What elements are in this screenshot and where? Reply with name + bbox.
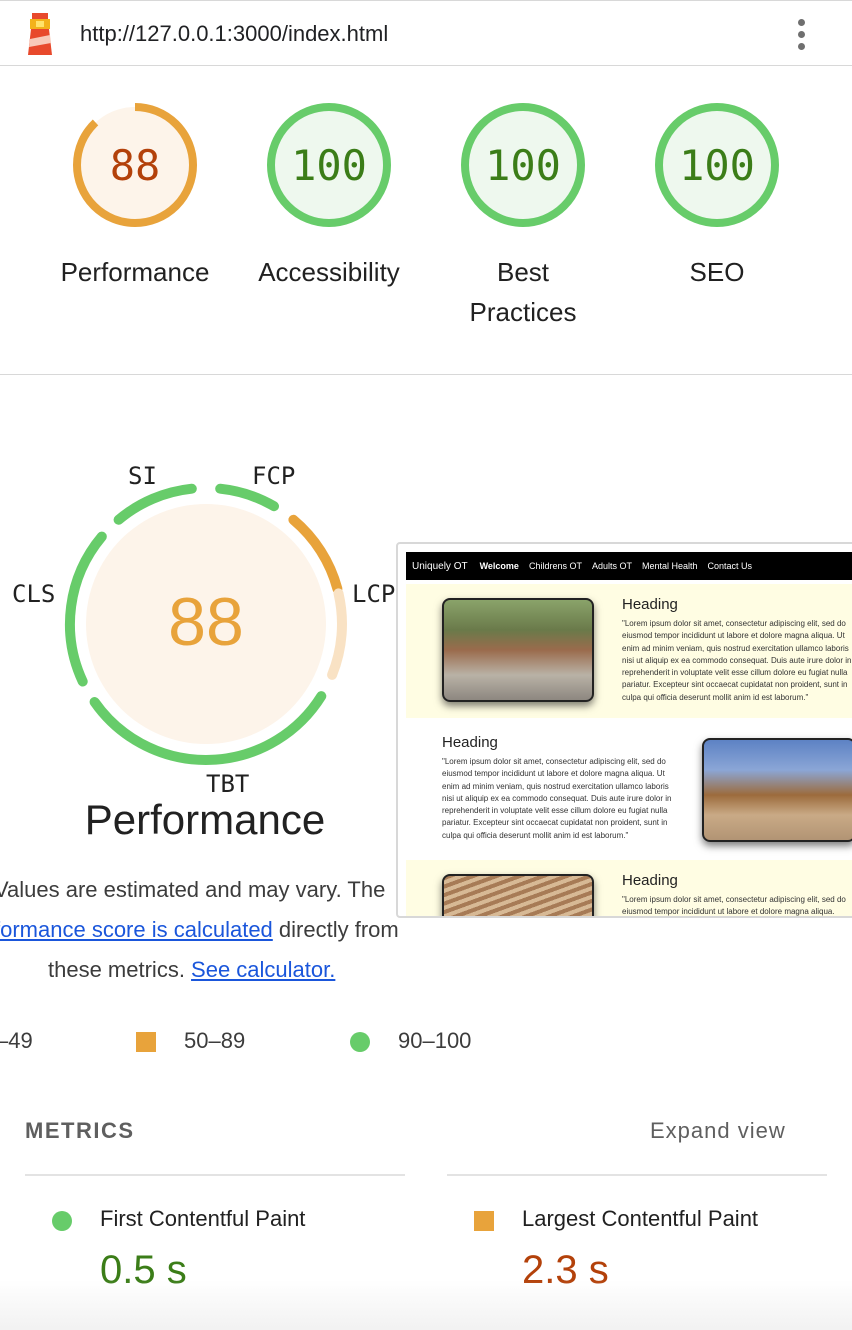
lcp-arc-remaining — [327, 588, 347, 680]
metric-label-fcp: First Contentful Paint — [100, 1206, 306, 1231]
legend-fail-label: –49 — [0, 1028, 33, 1053]
metric-tag-tbt: TBT — [206, 770, 250, 798]
thumbnail-heading: Heading — [442, 734, 498, 751]
metric-tag-lcp: LCP — [352, 580, 396, 608]
gauge-label: SEO — [689, 257, 745, 287]
fcp-arc — [215, 483, 279, 512]
gauge-seo[interactable]: 100 SEO — [627, 100, 807, 292]
legend-pass-label: 90–100 — [398, 1028, 472, 1053]
score-calculation-link[interactable]: formance score is calculated — [0, 917, 273, 942]
estimate-note-line3: these metrics. See calculator. — [48, 950, 508, 990]
thumbnail-image — [442, 874, 594, 916]
gauge-label: Best Practices — [469, 257, 577, 327]
estimate-note-line2: formance score is calculated directly fr… — [0, 910, 454, 950]
final-screenshot-thumbnail[interactable]: Uniquely OT Welcome Childrens OT Adults … — [396, 542, 852, 918]
metric-divider — [447, 1174, 827, 1176]
gauge-label: Performance — [60, 257, 210, 287]
gauge-accessibility[interactable]: 100 Accessibility — [239, 100, 419, 292]
thumbnail-paragraph: "Lorem ipsum dolor sit amet, consectetur… — [622, 619, 852, 702]
estimate-note-text: these metrics. — [48, 957, 192, 982]
thumbnail-heading: Heading — [622, 872, 678, 889]
metric-tag-si: SI — [128, 462, 157, 490]
report-url: http://127.0.0.1:3000/index.html — [80, 21, 389, 46]
gauge-label: Accessibility — [258, 257, 400, 287]
thumbnail-heading: Heading — [622, 596, 678, 613]
thumbnail-nav-item: Welcome — [479, 561, 519, 571]
lighthouse-icon — [28, 13, 52, 55]
legend-pass-circle-icon — [350, 1032, 370, 1052]
thumbnail-section: Heading "Lorem ipsum dolor sit amet, con… — [406, 722, 852, 856]
pass-circle-icon — [52, 1211, 72, 1231]
performance-metric-gauge: 88 — [64, 483, 347, 765]
section-divider — [0, 374, 852, 375]
thumbnail-navbar: Uniquely OT Welcome Childrens OT Adults … — [406, 552, 852, 580]
gauge-ring: 100 — [655, 103, 779, 227]
gauge-ring: 100 — [267, 103, 391, 227]
thumbnail-nav-item: Childrens OT — [528, 561, 582, 571]
gauge-performance[interactable]: 88 Performance — [45, 100, 225, 292]
metric-divider — [25, 1174, 405, 1176]
metric-tag-fcp: FCP — [252, 462, 296, 490]
gauge-score: 88 — [110, 141, 161, 190]
metrics-heading: METRICS — [25, 1118, 135, 1143]
average-square-icon — [474, 1211, 494, 1231]
see-calculator-link[interactable]: See calculator. — [191, 957, 335, 982]
gauge-ring: 100 — [461, 103, 585, 227]
thumbnail-section: Heading "Lorem ipsum dolor sit amet, con… — [406, 584, 852, 718]
thumbnail-paragraph: "Lorem ipsum dolor sit amet, consectetur… — [442, 757, 672, 840]
thumbnail-image — [442, 598, 594, 702]
metric-label-lcp: Largest Contentful Paint — [522, 1206, 759, 1231]
gauge-score: 100 — [291, 141, 367, 190]
thumbnail-image — [702, 738, 852, 842]
metric-tag-cls: CLS — [12, 580, 56, 608]
thumbnail-brand: Uniquely OT — [412, 560, 468, 572]
thumbnail-nav-item: Adults OT — [591, 561, 632, 571]
thumbnail-nav-item: Contact Us — [707, 561, 753, 571]
estimate-note-text: directly from — [272, 917, 399, 942]
gauge-score: 100 — [485, 141, 561, 190]
thumbnail-section: Heading "Lorem ipsum dolor sit amet, con… — [406, 860, 852, 917]
performance-title: Performance — [84, 796, 326, 843]
gauge-score: 100 — [679, 141, 755, 190]
thumbnail-paragraph: "Lorem ipsum dolor sit amet, consectetur… — [622, 895, 846, 917]
gauge-ring: 88 — [73, 103, 197, 227]
gauge-best-practices[interactable]: 100 Best Practices — [433, 100, 613, 332]
report-topbar: http://127.0.0.1:3000/index.html — [0, 0, 852, 66]
expand-view-toggle[interactable]: Expand view — [650, 1118, 786, 1144]
legend-average-label: 50–89 — [184, 1028, 246, 1053]
performance-big-score: 88 — [168, 584, 244, 660]
thumbnail-nav-item: Mental Health — [641, 561, 698, 571]
bottom-fade — [0, 1280, 852, 1330]
legend-average-square-icon — [136, 1032, 156, 1052]
estimate-note: Values are estimated and may vary. The — [0, 877, 386, 902]
kebab-menu-icon[interactable] — [790, 15, 812, 55]
